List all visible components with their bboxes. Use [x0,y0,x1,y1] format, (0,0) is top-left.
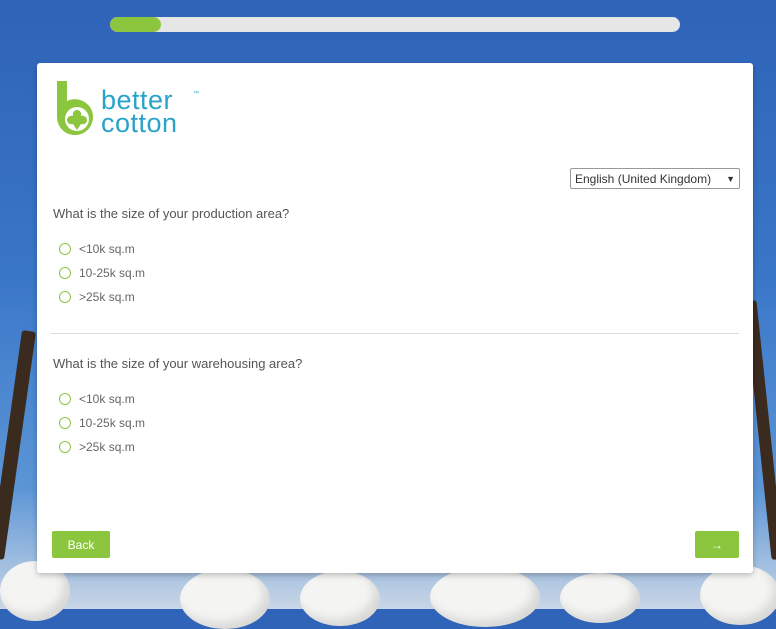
option-label: >25k sq.m [79,440,135,454]
section-divider [51,333,739,334]
option-warehousing-gt-25k[interactable]: >25k sq.m [59,440,135,454]
radio-button[interactable] [59,417,71,429]
radio-button[interactable] [59,441,71,453]
radio-button[interactable] [59,393,71,405]
option-label: 10-25k sq.m [79,266,146,280]
radio-button[interactable] [59,267,71,279]
option-production-gt-25k[interactable]: >25k sq.m [59,290,135,304]
option-warehousing-lt-10k[interactable]: <10k sq.m [59,392,135,406]
progress-bar [110,17,680,32]
option-production-10-25k[interactable]: 10-25k sq.m [59,266,145,280]
background-branch [0,330,36,560]
option-label: >25k sq.m [79,290,135,304]
cotton-b-icon [56,81,93,136]
option-warehousing-10-25k[interactable]: 10-25k sq.m [59,416,145,430]
question-production-area: What is the size of your production area… [53,206,290,221]
option-label: <10k sq.m [79,242,135,256]
option-label: <10k sq.m [79,392,135,406]
radio-button[interactable] [59,243,71,255]
option-label: 10-25k sq.m [79,416,146,430]
progress-bar-fill [110,17,162,32]
better-cotton-logo: better cotton ™ [53,79,203,139]
radio-button[interactable] [59,291,71,303]
language-selected-value: English (United Kingdom) [575,171,712,186]
next-button[interactable]: → [695,531,739,558]
option-production-lt-10k[interactable]: <10k sq.m [59,242,135,256]
question-warehousing-area: What is the size of your warehousing are… [53,356,303,371]
survey-card: better cotton ™ English (United Kingdom)… [37,63,753,573]
logo-wordmark: better cotton [101,85,178,138]
language-select[interactable]: English (United Kingdom) ▼ [570,168,740,189]
back-button[interactable]: Back [52,531,110,558]
chevron-down-icon: ▼ [726,173,735,184]
logo-trademark: ™ [193,91,199,97]
